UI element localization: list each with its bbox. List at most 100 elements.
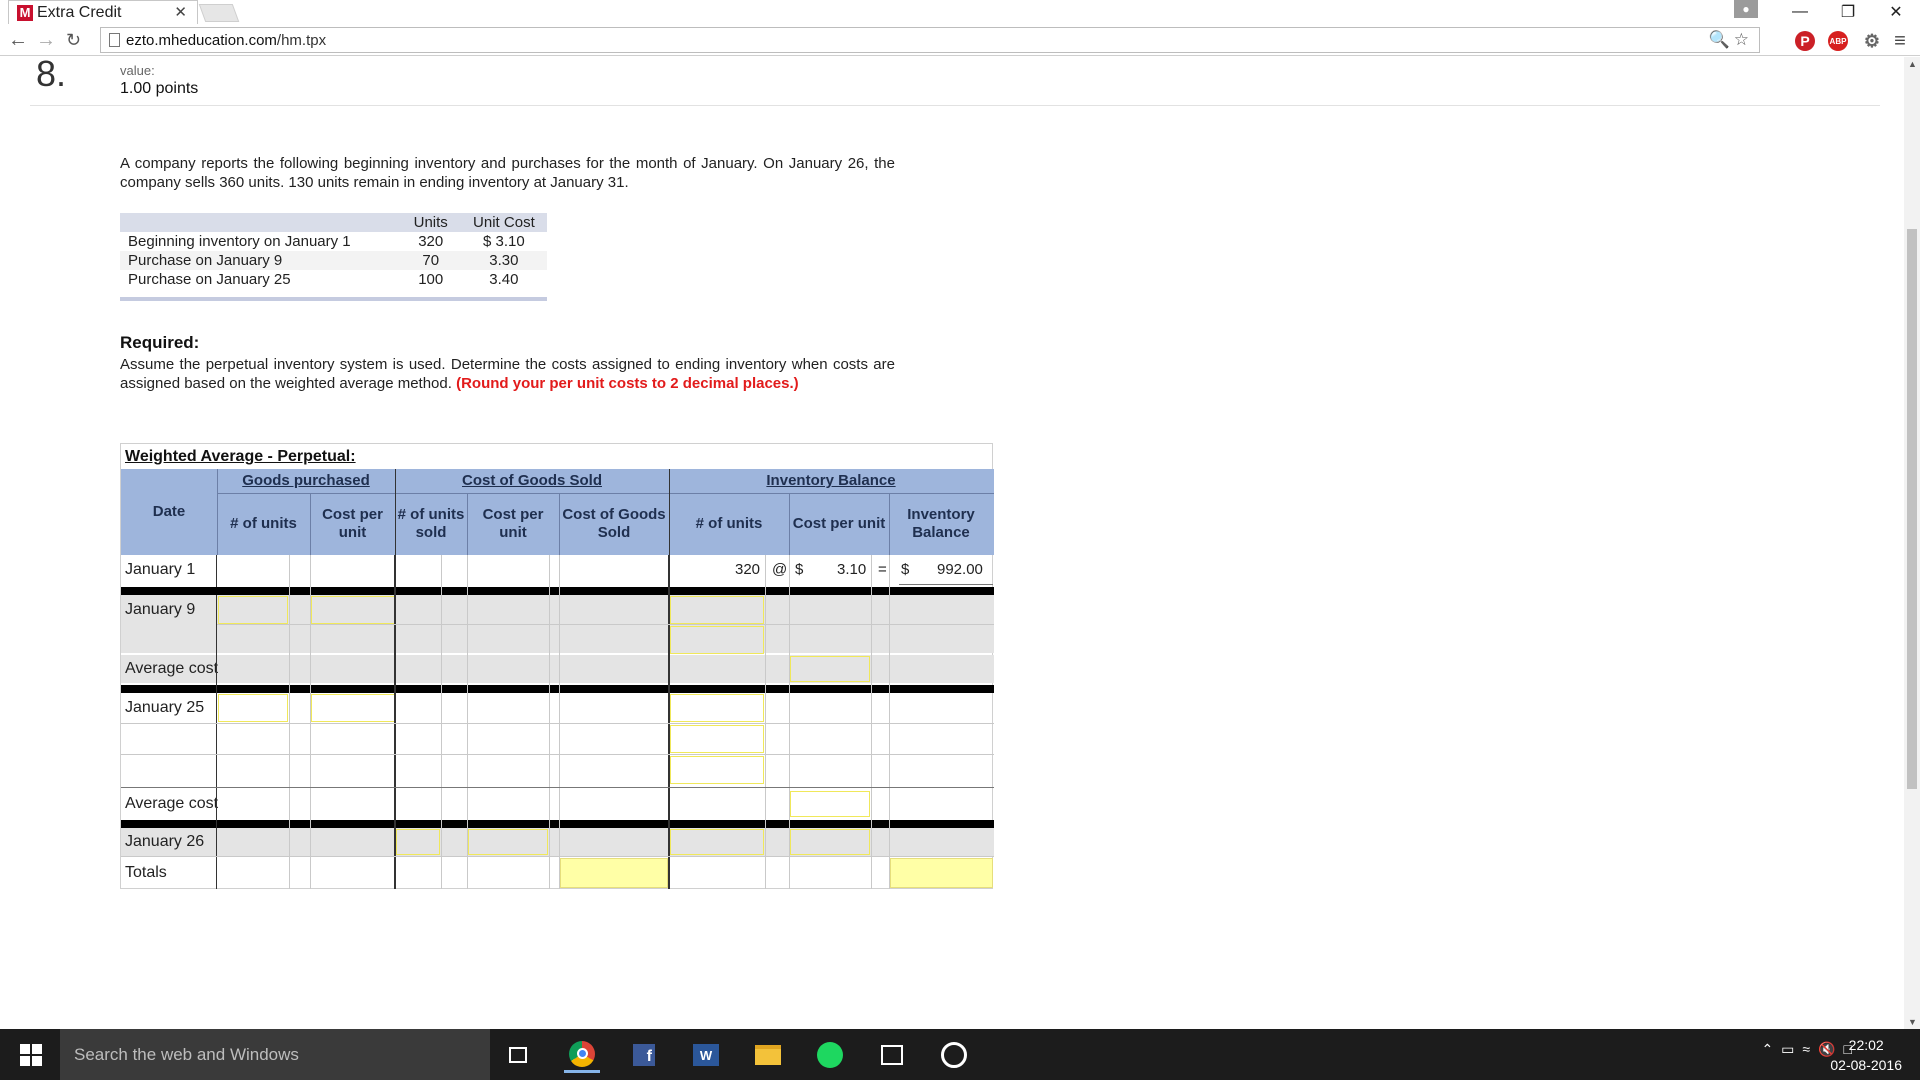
chrome-icon[interactable]: [564, 1037, 600, 1073]
back-arrow-icon[interactable]: ←: [8, 28, 28, 52]
jan25-balance-units-input-1[interactable]: [670, 694, 764, 722]
page-scrollbar[interactable]: ▲ ▼: [1904, 57, 1920, 1029]
data-table-header: Units Unit Cost: [120, 213, 547, 232]
pinterest-icon[interactable]: P: [1795, 31, 1815, 51]
url-text: ezto.mheducation.com/hm.tpx: [126, 31, 327, 49]
header-vline: [310, 493, 311, 555]
rounding-instruction: (Round your per unit costs to 2 decimal …: [456, 375, 799, 392]
row-label: January 9: [125, 601, 196, 618]
total-cogs-input[interactable]: [560, 858, 668, 888]
jan1-dollar: $: [795, 561, 804, 578]
col-cogs-cost: Cost per unit: [482, 506, 544, 541]
profile-icon[interactable]: ●: [1734, 0, 1758, 18]
data-header-blank: [120, 213, 401, 232]
inventory-data-table: Units Unit Cost Beginning inventory on J…: [120, 213, 547, 289]
avg1-cost-input[interactable]: [790, 656, 870, 682]
task-view-icon[interactable]: [500, 1037, 536, 1073]
jan26-balance-units-input[interactable]: [670, 829, 764, 855]
jan25-cost-input[interactable]: [311, 694, 395, 722]
jan26-cost-per-unit-input[interactable]: [468, 829, 548, 855]
jan1-dollar-2: $: [901, 561, 910, 578]
address-bar[interactable]: ezto.mheducation.com/hm.tpx 🔍☆: [100, 27, 1760, 53]
tab-close-icon[interactable]: ✕: [174, 3, 187, 21]
worksheet-header: Goods purchased Cost of Goods Sold Inven…: [121, 469, 994, 555]
table-row: Purchase on January 9 70 3.30: [120, 251, 547, 270]
row-separator: [121, 685, 994, 693]
spotify-icon[interactable]: [812, 1037, 848, 1073]
scroll-thumb[interactable]: [1907, 229, 1917, 789]
avg2-cost-input[interactable]: [790, 791, 870, 817]
show-hidden-icons-icon[interactable]: ⌃: [1761, 1041, 1781, 1057]
zoom-icon[interactable]: 🔍: [1709, 30, 1734, 49]
question-number: 8.: [36, 57, 67, 94]
jan9-cost-input[interactable]: [311, 596, 395, 624]
grid-line: [216, 595, 217, 889]
col-ib-balance: Inventory Balance: [907, 506, 975, 541]
grid-line: [121, 856, 994, 857]
jan25-balance-units-input-2[interactable]: [670, 725, 764, 753]
col-cogs-units: # of units sold: [397, 506, 465, 541]
forward-arrow-icon[interactable]: →: [36, 28, 56, 52]
restore-icon[interactable]: ❐: [1824, 2, 1872, 22]
jan26-units-sold-input[interactable]: [396, 829, 440, 855]
header-vline: [789, 493, 790, 555]
question-intro: A company reports the following beginnin…: [120, 155, 895, 191]
window-controls: — ❐ ✕: [1776, 0, 1920, 24]
reload-icon[interactable]: ↻: [66, 28, 81, 52]
jan25-units-input[interactable]: [218, 694, 288, 722]
zoom-and-star-icons: 🔍☆: [1709, 30, 1753, 50]
page-icon: [109, 33, 120, 47]
grid-line: [668, 555, 670, 889]
taskbar-search-box[interactable]: Search the web and Windows: [60, 1029, 490, 1080]
worksheet: Weighted Average - Perpetual: Goods purc…: [120, 443, 994, 889]
grid-line: [216, 555, 217, 587]
mcgraw-hill-favicon-icon: M: [17, 4, 33, 21]
scroll-down-icon[interactable]: ▼: [1908, 1017, 1917, 1027]
jan9-units-input[interactable]: [218, 596, 288, 624]
balance-underline: [899, 584, 993, 585]
row-label: Average cost: [125, 660, 219, 677]
table-row: Beginning inventory on January 1 320 $ 3…: [120, 232, 547, 251]
jan26-balance-cost-input[interactable]: [790, 829, 870, 855]
wifi-icon[interactable]: ≈: [1802, 1041, 1818, 1057]
total-inventory-balance-input[interactable]: [890, 858, 993, 888]
chrome-menu-icon[interactable]: ≡: [1890, 30, 1910, 52]
table-row: Purchase on January 25 100 3.40: [120, 270, 547, 289]
jan25-balance-units-input-3[interactable]: [670, 756, 764, 784]
tab-title: Extra Credit: [37, 3, 122, 21]
grid-line: [559, 555, 560, 889]
row-label: January 1: [125, 561, 196, 578]
groove-music-icon[interactable]: [936, 1037, 972, 1073]
browser-tab[interactable]: M Extra Credit ✕: [8, 0, 198, 24]
scroll-up-icon[interactable]: ▲: [1908, 59, 1917, 69]
word-icon[interactable]: W: [688, 1037, 724, 1073]
taskbar-clock[interactable]: 22:02 02-08-2016: [1830, 1035, 1902, 1075]
grid-line: [871, 555, 872, 889]
jan9-balance-units-input-1[interactable]: [670, 596, 764, 624]
header-vline: [395, 469, 396, 555]
page-content: 8. value: 1.00 points A company reports …: [0, 57, 1904, 1029]
battery-icon[interactable]: ▭: [1781, 1041, 1802, 1057]
new-tab-button[interactable]: [198, 4, 240, 22]
row-label: Beginning inventory on January 1: [128, 233, 351, 250]
file-explorer-icon[interactable]: [750, 1037, 786, 1073]
data-table-bottom-border: [120, 297, 547, 301]
worksheet-title: Weighted Average - Perpetual:: [125, 448, 356, 465]
data-header-units: Units: [400, 213, 461, 232]
window-close-icon[interactable]: ✕: [1872, 2, 1920, 22]
grid-line: [441, 555, 442, 889]
col-gp-units: # of units: [230, 515, 297, 532]
extension-icon[interactable]: ⚙: [1862, 31, 1882, 51]
grid-line: [889, 555, 890, 889]
facebook-icon[interactable]: f: [626, 1037, 662, 1073]
windows-start-icon[interactable]: [20, 1044, 42, 1066]
adblock-plus-icon[interactable]: ABP: [1828, 31, 1848, 51]
grid-line: [121, 723, 994, 724]
jan9-balance-units-input-2[interactable]: [670, 626, 764, 654]
browser-titlebar: M Extra Credit ✕ ● — ❐ ✕: [0, 0, 1920, 24]
minimize-icon[interactable]: —: [1776, 3, 1824, 21]
search-placeholder: Search the web and Windows: [74, 1044, 299, 1064]
clock-time: 22:02: [1848, 1037, 1884, 1053]
store-icon[interactable]: [874, 1037, 910, 1073]
bookmark-star-icon[interactable]: ☆: [1734, 30, 1753, 49]
